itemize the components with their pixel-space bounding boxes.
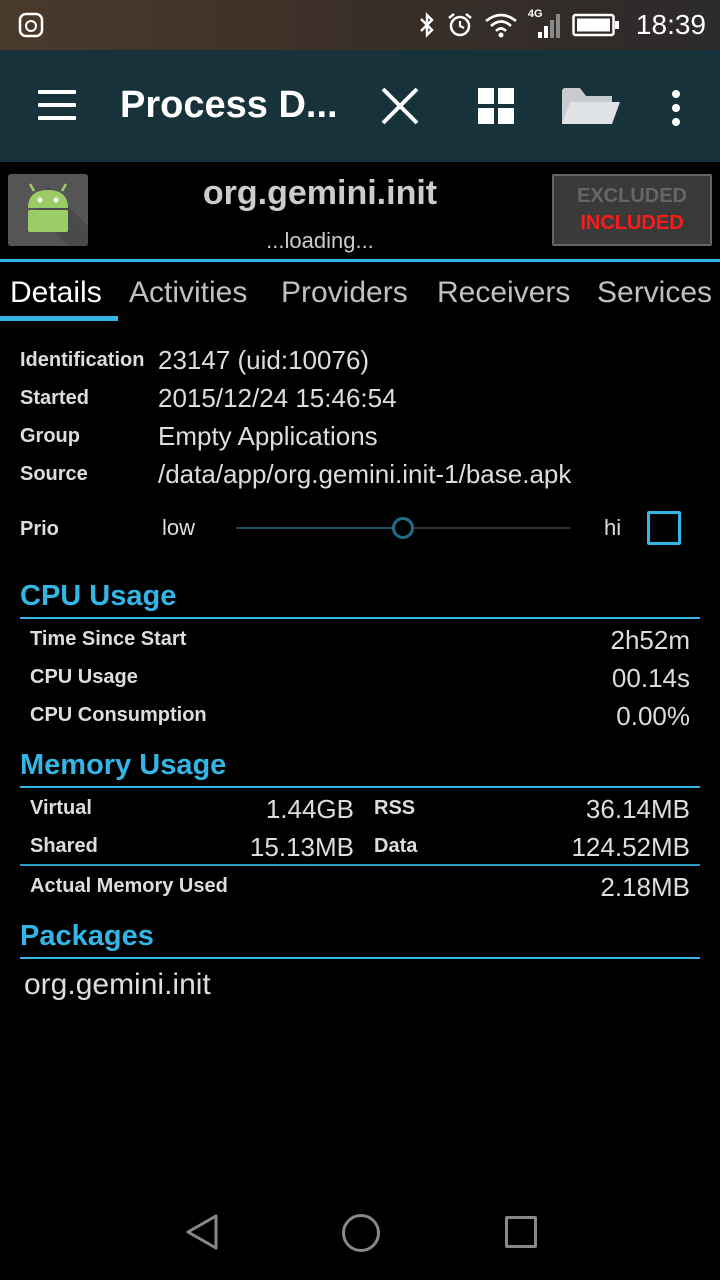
tab-details[interactable]: Details [10,276,102,310]
app-toolbar: Process D... [0,50,720,162]
package-item[interactable]: org.gemini.init [24,968,211,1002]
overflow-menu-icon[interactable] [662,86,690,130]
data-value: 124.52MB [571,832,690,862]
source-label: Source [20,463,88,485]
close-icon[interactable] [378,84,422,128]
toolbar-title: Process D... [120,84,338,126]
process-name: org.gemini.init [202,174,438,212]
recents-icon[interactable] [505,1216,537,1248]
started-value: 2015/12/24 15:46:54 [158,383,397,413]
cpu-consumption-label: CPU Consumption [30,704,207,726]
identification-label: Identification [20,349,145,371]
rss-value: 36.14MB [585,794,690,824]
prio-checkbox[interactable] [647,511,681,545]
battery-icon [572,13,619,37]
exclusion-toggle[interactable]: EXCLUDED INCLUDED [552,174,712,246]
virtual-value: 1.44GB [265,794,354,824]
included-label: INCLUDED [580,212,684,234]
prio-slider-fill [236,527,403,529]
home-icon[interactable] [342,1214,380,1252]
data-label: Data [374,835,418,857]
android-icon [8,174,88,246]
tab-services[interactable]: Services [597,276,712,310]
prio-slider-thumb[interactable] [392,517,414,539]
group-label: Group [20,425,80,447]
hamburger-icon[interactable] [38,90,76,120]
virtual-label: Virtual [30,797,92,819]
prio-low-label: low [162,515,196,540]
bluetooth-icon [420,12,434,38]
prio-label: Prio [20,518,59,540]
cpu-consumption-value: 0.00% [616,701,690,731]
loading-text: ...loading... [266,228,374,253]
tab-providers[interactable]: Providers [281,276,408,310]
status-bar: 4G 18:39 [0,0,720,50]
cpu-usage-title: CPU Usage [20,580,177,612]
excluded-label: EXCLUDED [576,185,687,207]
prio-hi-label: hi [604,515,622,540]
shared-label: Shared [30,835,98,857]
clock: 18:39 [635,9,706,40]
tab-indicator [0,316,118,321]
back-icon[interactable] [182,1212,222,1252]
rss-label: RSS [374,797,416,819]
cpu-usage-value: 00.14s [611,663,690,693]
alarm-icon [448,13,472,37]
navigation-bar [0,1182,720,1280]
started-label: Started [20,387,89,409]
process-header: org.gemini.init ...loading... EXCLUDED I… [0,162,720,262]
status-icons: 4G 18:39 [418,0,706,50]
cpu-usage-label: CPU Usage [30,666,138,688]
actual-memory-value: 2.18MB [600,872,690,902]
tab-activities[interactable]: Activities [129,276,247,310]
section-divider [20,617,700,619]
memory-divider [20,864,700,866]
tab-receivers[interactable]: Receivers [437,276,570,310]
shared-value: 15.13MB [249,832,354,862]
time-since-start-value: 2h52m [610,625,691,655]
actual-memory-label: Actual Memory Used [30,875,228,897]
tab-bar: Details Activities Providers Receivers S… [0,268,720,322]
group-value: Empty Applications [158,421,378,451]
signal-icon: 4G [528,8,562,40]
section-divider [20,957,700,959]
notification-icon [18,12,44,38]
wifi-icon [485,13,517,38]
identification-value: 23147 (uid:10076) [158,345,370,375]
grid-icon[interactable] [476,86,516,126]
memory-usage-title: Memory Usage [20,749,227,781]
section-divider [20,786,700,788]
packages-title: Packages [20,920,154,952]
time-since-start-label: Time Since Start [30,628,187,650]
folder-icon[interactable] [560,84,622,128]
source-value: /data/app/org.gemini.init-1/base.apk [158,459,572,489]
